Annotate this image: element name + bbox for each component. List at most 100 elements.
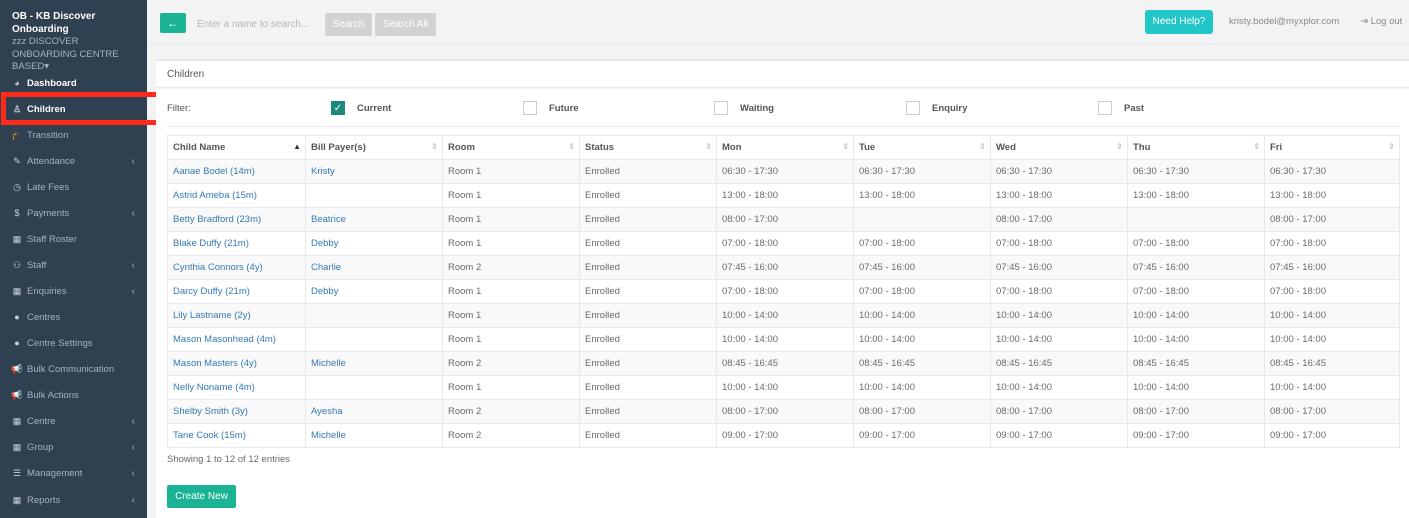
search-all-button[interactable]: Search All	[375, 13, 436, 36]
check-icon: ✓	[333, 103, 343, 114]
list-icon: ☰	[12, 467, 22, 478]
column-header-label: Wed	[996, 142, 1016, 153]
back-button[interactable]: ←	[160, 13, 186, 33]
table-cell: 10:00 - 14:00	[853, 375, 991, 400]
child-name-link[interactable]: Mason Masters (4y)	[173, 358, 257, 369]
logout-link[interactable]: ⇥ Log out	[1360, 16, 1402, 27]
need-help-button[interactable]: Need Help?	[1145, 10, 1213, 34]
table-row: Nelly Noname (4m) Room 1 Enrolled 10:00 - 1…	[167, 375, 1400, 400]
filter-checkbox-enquiry[interactable]	[906, 101, 920, 115]
sidebar-item-staff-roster[interactable]: ▦ Staff Roster	[0, 226, 147, 252]
table-cell: 08:00 - 17:00	[716, 207, 854, 232]
table-row: Blake Duffy (21m) Debby Room 1 Enrolled 07:0…	[167, 231, 1400, 256]
child-name-link[interactable]: Cynthia Connors (4y)	[173, 262, 263, 273]
filter-label-future[interactable]: Future	[549, 103, 579, 114]
sidebar-item-label: Centre Settings	[27, 337, 93, 349]
child-name-link[interactable]: Astrid Ameba (15m)	[173, 190, 257, 201]
search-input[interactable]	[193, 13, 315, 35]
column-header-label: Room	[448, 142, 475, 153]
table-cell: 10:00 - 14:00	[1127, 327, 1265, 352]
org-switcher[interactable]: OB - KB Discover Onboarding zzz DISCOVER…	[0, 0, 147, 74]
table-cell: Room 1	[442, 279, 580, 304]
table-cell: 09:00 - 17:00	[853, 423, 991, 448]
bill-payer-link[interactable]: Michelle	[311, 358, 346, 369]
bill-payer-link[interactable]: Michelle	[311, 430, 346, 441]
sidebar-item-management[interactable]: ☰ Management ‹	[0, 460, 147, 486]
page-title: Children	[167, 69, 205, 80]
filter-checkbox-current[interactable]: ✓	[331, 101, 345, 115]
filter-label-past[interactable]: Past	[1124, 103, 1144, 114]
sidebar-item-label: Centre	[27, 415, 56, 427]
chevron-left-icon: ‹	[131, 155, 135, 167]
column-header-fri[interactable]: Fri ⇕	[1264, 135, 1400, 160]
child-name-link[interactable]: Shelby Smith (3y)	[173, 406, 248, 417]
sidebar-item-label: Bulk Actions	[27, 389, 79, 401]
table-row: Darcy Duffy (21m) Debby Room 1 Enrolled 07:0…	[167, 279, 1400, 304]
table-cell: 07:45 - 16:00	[1264, 255, 1400, 280]
bill-payer-link[interactable]: Beatrice	[311, 214, 346, 225]
child-name-link[interactable]: Mason Masonhead (4m)	[173, 334, 276, 345]
dollar-icon: $	[14, 208, 20, 218]
search-button[interactable]: Search	[325, 13, 372, 36]
create-new-button[interactable]: Create New	[167, 485, 236, 508]
bill-payer-link[interactable]: Charlie	[311, 262, 341, 273]
sidebar-item-centre-settings[interactable]: ● Centre Settings	[0, 330, 147, 356]
circle-icon: ●	[14, 312, 20, 322]
table-cell: 07:45 - 16:00	[716, 255, 854, 280]
column-header-status[interactable]: Status ⇕	[579, 135, 717, 160]
filter-label-waiting[interactable]: Waiting	[740, 103, 774, 114]
child-name-link[interactable]: Lily Lastname (2y)	[173, 310, 251, 321]
table-cell: Enrolled	[579, 231, 717, 256]
bill-payer-link[interactable]: Kristy	[311, 166, 335, 177]
sidebar-item-label: Dashboard	[27, 77, 77, 89]
sidebar-item-enquiries[interactable]: ▦ Enquiries ‹	[0, 278, 147, 304]
sidebar-item-reports[interactable]: ▦ Reports ‹	[0, 487, 147, 513]
child-name-link[interactable]: Darcy Duffy (21m)	[173, 286, 250, 297]
table-cell: 10:00 - 14:00	[1127, 303, 1265, 328]
sidebar-item-attendance[interactable]: ✎ Attendance ‹	[0, 148, 147, 174]
sidebar-item-payments[interactable]: $ Payments ‹	[0, 200, 147, 226]
column-header-child-name[interactable]: Child Name ▲	[167, 135, 306, 160]
table-cell: Betty Bradford (23m)	[167, 207, 306, 232]
bill-payer-link[interactable]: Debby	[311, 286, 338, 297]
filter-label-enquiry[interactable]: Enquiry	[932, 103, 967, 114]
table-cell: 07:45 - 16:00	[990, 255, 1128, 280]
sidebar-item-staff[interactable]: ⚇ Staff ‹	[0, 252, 147, 278]
table-cell: Enrolled	[579, 423, 717, 448]
child-name-link[interactable]: Betty Bradford (23m)	[173, 214, 261, 225]
column-header-thu[interactable]: Thu ⇕	[1127, 135, 1265, 160]
sidebar-item-centres[interactable]: ● Centres	[0, 304, 147, 330]
bullhorn-icon: 📢	[11, 389, 23, 400]
child-name-link[interactable]: Tane Cook (15m)	[173, 430, 246, 441]
column-header-tue[interactable]: Tue ⇕	[853, 135, 991, 160]
table-cell: 06:30 - 17:30	[716, 159, 854, 184]
table-cell: 06:30 - 17:30	[1127, 159, 1265, 184]
sidebar-item-late-fees[interactable]: ◷ Late Fees	[0, 174, 147, 200]
child-name-link[interactable]: Blake Duffy (21m)	[173, 238, 249, 249]
bill-payer-link[interactable]: Ayesha	[311, 406, 343, 417]
org-sub: zzz DISCOVER ONBOARDING CENTRE BASED▾	[12, 36, 119, 72]
table-row: Betty Bradford (23m) Beatrice Room 1 Enroll…	[167, 207, 1400, 232]
sidebar-item-bulk-actions[interactable]: 📢 Bulk Actions	[0, 382, 147, 408]
bill-payer-link[interactable]: Debby	[311, 238, 338, 249]
filter-checkbox-past[interactable]	[1098, 101, 1112, 115]
child-name-link[interactable]: Nelly Noname (4m)	[173, 382, 255, 393]
filter-checkbox-future[interactable]	[523, 101, 537, 115]
column-header-mon[interactable]: Mon ⇕	[716, 135, 854, 160]
table-cell: Enrolled	[579, 351, 717, 376]
column-header-wed[interactable]: Wed ⇕	[990, 135, 1128, 160]
child-name-link[interactable]: Aanae Bodel (14m)	[173, 166, 255, 177]
table-cell: 10:00 - 14:00	[1264, 375, 1400, 400]
panel-header: Children	[156, 59, 1409, 88]
sidebar-item-group[interactable]: ▦ Group ‹	[0, 434, 147, 460]
filter-checkbox-waiting[interactable]	[714, 101, 728, 115]
filter-label-current[interactable]: Current	[357, 103, 391, 114]
column-header-bill-payer-s[interactable]: Bill Payer(s) ⇕	[305, 135, 443, 160]
sidebar-item-bulk-communication[interactable]: 📢 Bulk Communication	[0, 356, 147, 382]
table-cell: Cynthia Connors (4y)	[167, 255, 306, 280]
sidebar-item-centre[interactable]: ▦ Centre ‹	[0, 408, 147, 434]
grid-icon: ▦	[12, 285, 22, 296]
sidebar-item-transition[interactable]: 🎓 Transition	[0, 122, 147, 148]
sidebar-item-label: Reports	[27, 494, 61, 506]
column-header-room[interactable]: Room ⇕	[442, 135, 580, 160]
